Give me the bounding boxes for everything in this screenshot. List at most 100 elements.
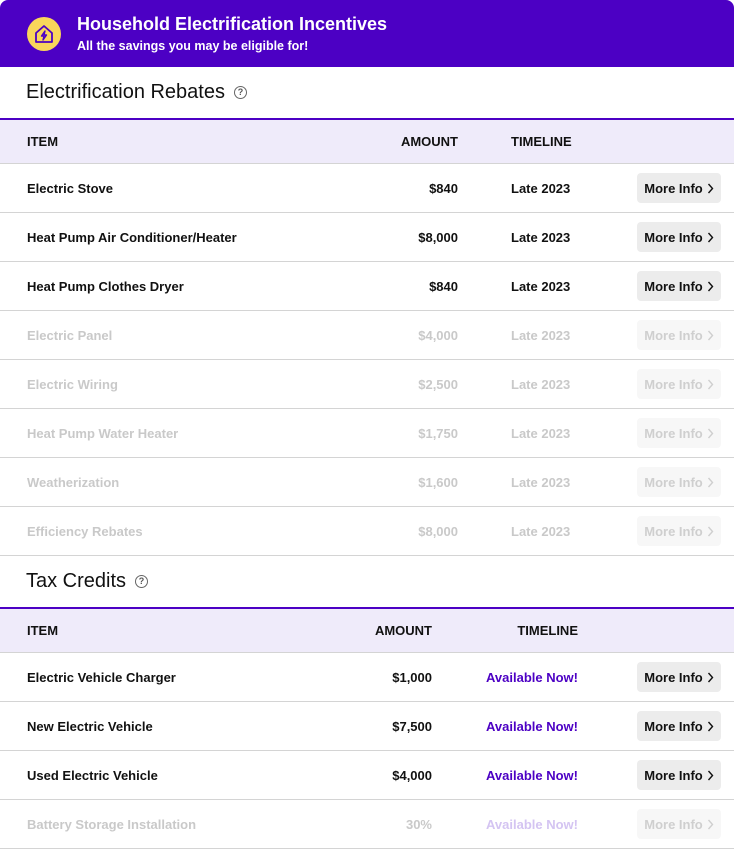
table-row: Efficiency Rebates $8,000 Late 2023 More In…	[0, 507, 734, 556]
row-amount: $1,750	[418, 425, 458, 441]
table-row: Electric Wiring $2,500 Late 2023 More Info	[0, 360, 734, 409]
more-info-button[interactable]: More Info	[637, 320, 721, 350]
table-row: New Electric Vehicle $7,500 Available Now!…	[0, 702, 734, 751]
more-info-label: More Info	[644, 327, 703, 343]
help-icon[interactable]: ?	[135, 575, 149, 588]
more-info-button[interactable]: More Info	[637, 760, 721, 790]
more-info-label: More Info	[644, 229, 703, 245]
more-info-button[interactable]: More Info	[637, 222, 721, 252]
row-timeline: Late 2023	[511, 180, 571, 196]
more-info-label: More Info	[644, 523, 703, 539]
chevron-right-icon	[707, 281, 714, 292]
row-timeline: Available Now!	[486, 816, 578, 832]
table-header-row: ITEM AMOUNT TIMELINE	[0, 118, 734, 164]
more-info-label: More Info	[644, 816, 703, 832]
row-timeline: Available Now!	[486, 669, 578, 685]
more-info-button[interactable]: More Info	[637, 369, 721, 399]
row-item: Electric Vehicle Charger	[27, 669, 176, 685]
table-row: Electric Panel $4,000 Late 2023 More Info	[0, 311, 734, 360]
table-row: Heat Pump Water Heater $1,750 Late 2023 Mor…	[0, 409, 734, 458]
row-item: Heat Pump Air Conditioner/Heater	[27, 229, 237, 245]
row-timeline: Late 2023	[511, 376, 571, 392]
row-item: Battery Storage Installation	[27, 816, 197, 832]
column-header-amount: AMOUNT	[374, 623, 432, 638]
column-header-item: ITEM	[27, 623, 59, 638]
chevron-right-icon	[707, 428, 714, 439]
table-row: Electric Vehicle Charger $1,000 Available …	[0, 653, 734, 702]
row-item: Electric Panel	[27, 327, 113, 343]
row-item: Heat Pump Clothes Dryer	[27, 278, 184, 294]
more-info-label: More Info	[644, 180, 703, 196]
row-amount: $8,000	[418, 229, 458, 245]
chevron-right-icon	[707, 379, 714, 390]
more-info-label: More Info	[644, 376, 703, 392]
more-info-label: More Info	[644, 718, 703, 734]
row-timeline: Available Now!	[486, 767, 578, 783]
credits-title: Tax Credits	[26, 570, 127, 592]
row-amount: $7,500	[392, 718, 432, 734]
rebates-table: ITEM AMOUNT TIMELINE Electric Stove $840 L…	[0, 118, 734, 556]
table-row: Weatherization $1,600 Late 2023 More Info	[0, 458, 734, 507]
chevron-right-icon	[707, 672, 714, 683]
row-timeline: Late 2023	[511, 523, 571, 539]
chevron-right-icon	[707, 330, 714, 341]
more-info-label: More Info	[644, 474, 703, 490]
header-subtitle: All the savings you may be eligible for!	[77, 38, 309, 53]
more-info-label: More Info	[644, 278, 703, 294]
more-info-button[interactable]: More Info	[637, 809, 721, 839]
rebates-section-heading: Electrification Rebates ?	[0, 67, 734, 118]
column-header-amount: AMOUNT	[400, 134, 458, 149]
more-info-button[interactable]: More Info	[637, 711, 721, 741]
chevron-right-icon	[707, 819, 714, 830]
column-header-timeline: TIMELINE	[517, 623, 578, 638]
row-amount: $4,000	[392, 767, 432, 783]
row-timeline: Late 2023	[511, 327, 571, 343]
row-amount: $2,500	[418, 376, 458, 392]
table-row: Used Electric Vehicle $4,000 Available Now…	[0, 751, 734, 800]
row-amount: $1,600	[418, 474, 458, 490]
more-info-button[interactable]: More Info	[637, 271, 721, 301]
row-timeline: Late 2023	[511, 474, 571, 490]
more-info-label: More Info	[644, 767, 703, 783]
rebates-title: Electrification Rebates	[26, 81, 225, 103]
help-icon[interactable]: ?	[233, 86, 247, 99]
more-info-button[interactable]: More Info	[637, 662, 721, 692]
more-info-button[interactable]: More Info	[637, 516, 721, 546]
table-row: Battery Storage Installation 30% Available…	[0, 800, 734, 849]
credits-section-heading: Tax Credits ?	[0, 556, 734, 607]
credits-table: ITEM AMOUNT TIMELINE Electric Vehicle Ch…	[0, 607, 734, 849]
row-item: Used Electric Vehicle	[27, 767, 158, 783]
row-timeline: Late 2023	[511, 425, 571, 441]
chevron-right-icon	[707, 183, 714, 194]
row-timeline: Late 2023	[511, 229, 571, 245]
row-item: New Electric Vehicle	[27, 718, 153, 734]
chevron-right-icon	[707, 721, 714, 732]
more-info-label: More Info	[644, 425, 703, 441]
more-info-label: More Info	[644, 669, 703, 685]
row-timeline: Late 2023	[511, 278, 571, 294]
row-item: Electric Wiring	[27, 376, 118, 392]
row-item: Weatherization	[27, 474, 120, 490]
row-amount: $840	[429, 180, 458, 196]
row-amount: 30%	[405, 816, 432, 832]
app-header: Household Electrification Incentives All…	[0, 0, 734, 67]
row-timeline: Available Now!	[486, 718, 578, 734]
row-amount: $4,000	[418, 327, 458, 343]
table-row: Heat Pump Clothes Dryer $840 Late 2023 More…	[0, 262, 734, 311]
row-amount: $1,000	[392, 669, 432, 685]
row-amount: $840	[429, 278, 458, 294]
more-info-button[interactable]: More Info	[637, 418, 721, 448]
more-info-button[interactable]: More Info	[637, 467, 721, 497]
header-title: Household Electrification Incentives	[77, 13, 388, 34]
table-row: Heat Pump Air Conditioner/Heater $8,000 La…	[0, 213, 734, 262]
column-header-timeline: TIMELINE	[511, 134, 572, 149]
chevron-right-icon	[707, 232, 714, 243]
table-header-row: ITEM AMOUNT TIMELINE	[0, 607, 734, 653]
row-item: Heat Pump Water Heater	[27, 425, 179, 441]
chevron-right-icon	[707, 477, 714, 488]
house-lightning-icon	[27, 16, 61, 51]
row-item: Electric Stove	[27, 180, 113, 196]
more-info-button[interactable]: More Info	[637, 173, 721, 203]
column-header-item: ITEM	[27, 134, 59, 149]
chevron-right-icon	[707, 770, 714, 781]
